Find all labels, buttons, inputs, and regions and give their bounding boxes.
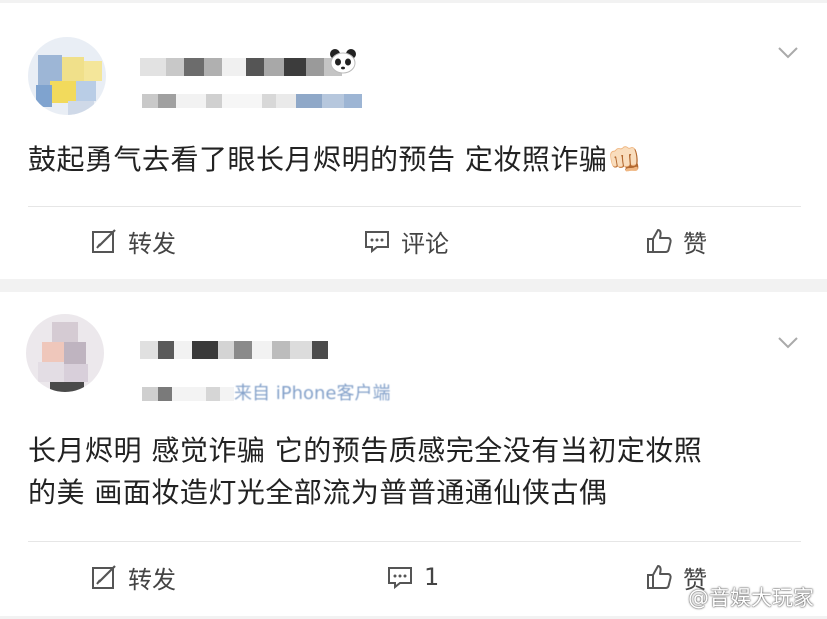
post-text: 鼓起勇气去看了眼长月烬明的预告 定妆照诈骗👊🏻 <box>28 143 643 176</box>
post-text-line-2: 的美 画面妆造灯光全部流为普普通通仙侠古偶 <box>28 476 608 509</box>
divider <box>28 541 801 542</box>
comment-label: 评论 <box>401 229 449 258</box>
divider <box>28 206 801 207</box>
avatar[interactable] <box>26 314 104 392</box>
comment-count: 1 <box>424 563 440 591</box>
post-text-line-1: 长月烬明 感觉诈骗 它的预告质感完全没有当初定妆照 <box>28 434 703 467</box>
username-blurred[interactable] <box>140 47 342 87</box>
comment-button[interactable]: 评论 <box>363 221 449 261</box>
panda-badge-icon <box>328 48 358 74</box>
comment-icon <box>365 231 389 254</box>
repost-button[interactable]: 转发 <box>90 221 176 261</box>
post-card-1: 鼓起勇气去看了眼长月烬明的预告 定妆照诈骗👊🏻 转发 评论 赞 <box>0 3 827 279</box>
watermark-text: @音娱大玩家 <box>688 586 814 610</box>
like-label: 赞 <box>683 229 707 258</box>
post-meta-blurred <box>142 91 362 111</box>
fist-emoji: 👊🏻 <box>607 143 643 176</box>
repost-label: 转发 <box>128 229 176 258</box>
post-text: 长月烬明 感觉诈骗 它的预告质感完全没有当初定妆照 的美 画面妆造灯光全部流为普… <box>28 430 801 514</box>
repost-button[interactable]: 转发 <box>90 557 176 597</box>
comment-button[interactable]: 1 <box>386 557 439 597</box>
avatar[interactable] <box>28 37 106 115</box>
post-card-2: 来自 iPhone客户端 长月烬明 感觉诈骗 它的预告质感完全没有当初定妆照 的… <box>0 292 827 616</box>
post-source[interactable]: 来自 iPhone客户端 <box>234 384 390 404</box>
chevron-down-icon[interactable] <box>777 46 799 60</box>
chevron-down-icon[interactable] <box>777 336 799 350</box>
repost-icon <box>92 565 116 589</box>
post-meta: 来自 iPhone客户端 <box>142 384 390 404</box>
like-icon <box>647 229 672 253</box>
repost-label: 转发 <box>128 565 176 594</box>
like-button[interactable]: 赞 <box>645 221 707 261</box>
username-blurred[interactable] <box>140 330 328 370</box>
weibo-logo-icon <box>651 585 682 610</box>
watermark: @音娱大玩家 <box>650 580 814 614</box>
repost-icon <box>92 229 116 253</box>
comment-icon <box>388 567 412 590</box>
